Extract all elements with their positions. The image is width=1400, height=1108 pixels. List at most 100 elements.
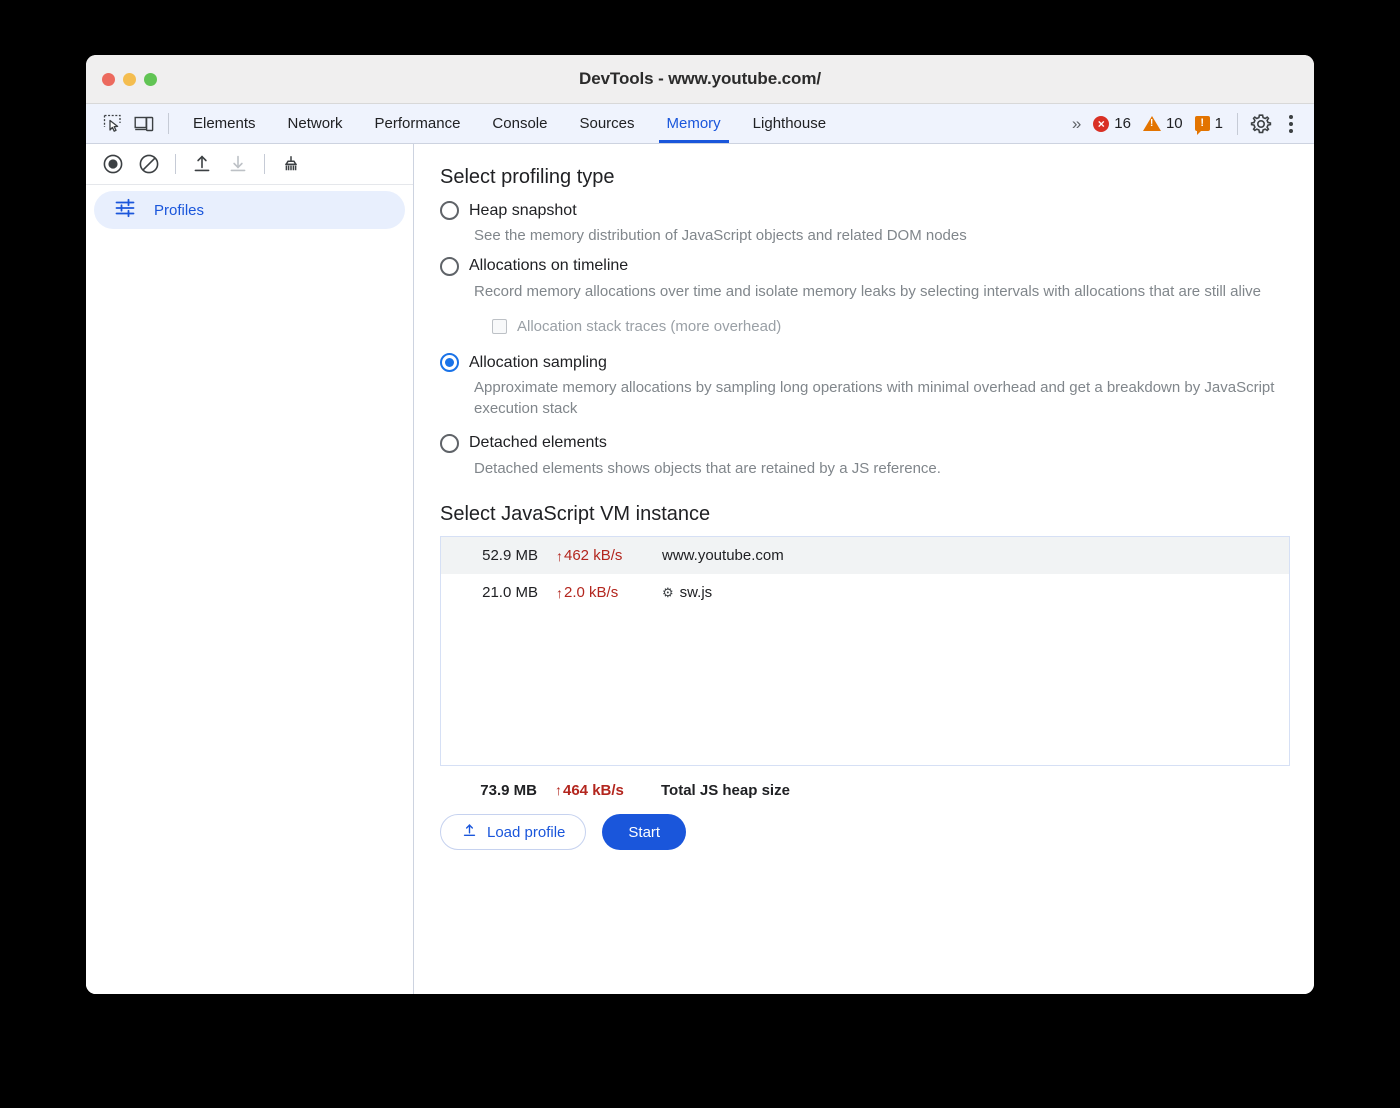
traffic-light-group [102, 73, 157, 86]
record-icon[interactable] [96, 147, 130, 181]
vm-row-name-label: sw.js [680, 584, 713, 601]
start-button-label: Start [628, 824, 660, 841]
radio-allocations-on-timeline[interactable] [440, 257, 459, 276]
sidebar-toolbar-divider-1 [175, 154, 176, 174]
clear-icon[interactable] [132, 147, 166, 181]
profiling-option-heap-snapshot[interactable]: Heap snapshot See the memory distributio… [440, 201, 1290, 247]
more-options-icon[interactable] [1276, 109, 1306, 139]
issue-icon: ! [1195, 116, 1210, 131]
tab-lighthouse-label: Lighthouse [753, 115, 826, 132]
radio-allocations-on-timeline-label: Allocations on timeline [469, 257, 628, 275]
inspect-element-icon[interactable] [96, 104, 128, 143]
total-heap-label: Total JS heap size [661, 782, 790, 799]
table-row[interactable]: 21.0 MB ↑2.0 kB/s ⚙ sw.js [441, 574, 1289, 611]
memory-panel-content: Select profiling type Heap snapshot See … [414, 144, 1314, 994]
total-heap-size: 73.9 MB [440, 782, 545, 799]
sidebar-toolbar-divider-2 [264, 154, 265, 174]
service-worker-gear-icon: ⚙ [662, 586, 674, 599]
devtools-tab-bar: Elements Network Performance Console Sou… [86, 104, 1314, 144]
window-title-bar: DevTools - www.youtube.com/ [86, 55, 1314, 104]
vm-row-name: ⚙ sw.js [662, 584, 712, 601]
load-profile-button-label: Load profile [487, 824, 565, 841]
status-divider [1237, 113, 1238, 135]
profiling-type-heading: Select profiling type [440, 166, 1290, 189]
close-window-button[interactable] [102, 73, 115, 86]
tab-elements-label: Elements [193, 115, 256, 132]
allocation-stack-traces-row: Allocation stack traces (more overhead) [492, 318, 1290, 335]
rate-up-arrow-icon: ↑ [555, 783, 562, 797]
more-tabs-icon[interactable]: » [1064, 114, 1087, 134]
total-heap-row: 73.9 MB ↑464 kB/s Total JS heap size [440, 770, 1290, 810]
radio-detached-elements-label: Detached elements [469, 434, 607, 452]
profiling-option-detached-elements[interactable]: Detached elements Detached elements show… [440, 434, 1290, 480]
gear-icon[interactable] [1246, 109, 1276, 139]
radio-detached-elements[interactable] [440, 434, 459, 453]
sidebar-item-profiles[interactable]: Profiles [94, 191, 405, 229]
device-toolbar-icon[interactable] [128, 104, 160, 143]
memory-sidebar: Profiles [86, 144, 414, 994]
load-profile-button[interactable]: Load profile [440, 814, 586, 850]
start-button[interactable]: Start [602, 814, 686, 850]
window-title: DevTools - www.youtube.com/ [86, 69, 1314, 89]
devtools-window: DevTools - www.youtube.com/ Elements Net… [86, 55, 1314, 994]
detached-elements-description: Detached elements shows objects that are… [474, 459, 1290, 480]
vm-row-rate: ↑2.0 kB/s [546, 584, 662, 601]
tab-bar-status-area: » × 16 10 ! 1 [1064, 104, 1314, 143]
tab-sources-label: Sources [579, 115, 634, 132]
warning-count: 10 [1166, 115, 1183, 132]
vm-row-rate-value: 2.0 kB/s [564, 584, 618, 601]
total-heap-rate: ↑464 kB/s [545, 782, 661, 799]
tab-lighthouse[interactable]: Lighthouse [737, 104, 842, 143]
sidebar-item-profiles-label: Profiles [154, 202, 204, 219]
tab-performance-label: Performance [375, 115, 461, 132]
tab-network[interactable]: Network [272, 104, 359, 143]
broom-icon[interactable] [274, 147, 308, 181]
tab-sources[interactable]: Sources [563, 104, 650, 143]
profiling-option-allocation-sampling[interactable]: Allocation sampling Approximate memory a… [440, 353, 1290, 419]
vm-instance-heading: Select JavaScript VM instance [440, 503, 1290, 526]
devtools-body: Profiles Select profiling type Heap snap… [86, 144, 1314, 994]
sliders-icon [114, 197, 136, 224]
tab-performance[interactable]: Performance [359, 104, 477, 143]
upload-icon [461, 822, 478, 843]
tab-memory-label: Memory [667, 115, 721, 132]
allocations-on-timeline-description: Record memory allocations over time and … [474, 282, 1290, 303]
issue-count: 1 [1215, 115, 1223, 132]
tab-bar-divider [168, 113, 169, 134]
tab-console[interactable]: Console [476, 104, 563, 143]
heap-snapshot-description: See the memory distribution of JavaScrip… [474, 226, 1290, 247]
allocation-stack-traces-label: Allocation stack traces (more overhead) [517, 318, 781, 335]
vm-row-size: 21.0 MB [441, 584, 546, 601]
radio-allocation-sampling-label: Allocation sampling [469, 354, 607, 372]
download-icon [221, 147, 255, 181]
profiling-option-allocations-on-timeline[interactable]: Allocations on timeline Record memory al… [440, 257, 1290, 336]
error-counter[interactable]: × 16 [1087, 115, 1137, 132]
warning-icon [1143, 116, 1161, 131]
allocation-sampling-description: Approximate memory allocations by sampli… [474, 378, 1290, 419]
rate-up-arrow-icon: ↑ [556, 549, 563, 563]
radio-allocation-sampling[interactable] [440, 353, 459, 372]
radio-heap-snapshot-label: Heap snapshot [469, 202, 577, 220]
tab-network-label: Network [288, 115, 343, 132]
vm-row-size: 52.9 MB [441, 547, 546, 564]
tab-elements[interactable]: Elements [177, 104, 272, 143]
maximize-window-button[interactable] [144, 73, 157, 86]
error-count: 16 [1114, 115, 1131, 132]
issues-counter[interactable]: ! 1 [1189, 115, 1229, 132]
warning-counter[interactable]: 10 [1137, 115, 1189, 132]
minimize-window-button[interactable] [123, 73, 136, 86]
memory-sidebar-toolbar [86, 144, 413, 185]
vm-row-name: www.youtube.com [662, 547, 784, 564]
upload-icon[interactable] [185, 147, 219, 181]
allocation-stack-traces-checkbox [492, 319, 507, 334]
error-icon: × [1093, 116, 1109, 132]
vm-instance-list[interactable]: 52.9 MB ↑462 kB/s www.youtube.com 21.0 M… [440, 536, 1290, 766]
vm-row-rate-value: 462 kB/s [564, 547, 622, 564]
tab-memory[interactable]: Memory [651, 104, 737, 143]
radio-heap-snapshot[interactable] [440, 201, 459, 220]
table-row[interactable]: 52.9 MB ↑462 kB/s www.youtube.com [441, 537, 1289, 574]
panel-tabs: Elements Network Performance Console Sou… [177, 104, 1064, 143]
rate-up-arrow-icon: ↑ [556, 586, 563, 600]
action-buttons: Load profile Start [440, 814, 1290, 850]
tab-console-label: Console [492, 115, 547, 132]
